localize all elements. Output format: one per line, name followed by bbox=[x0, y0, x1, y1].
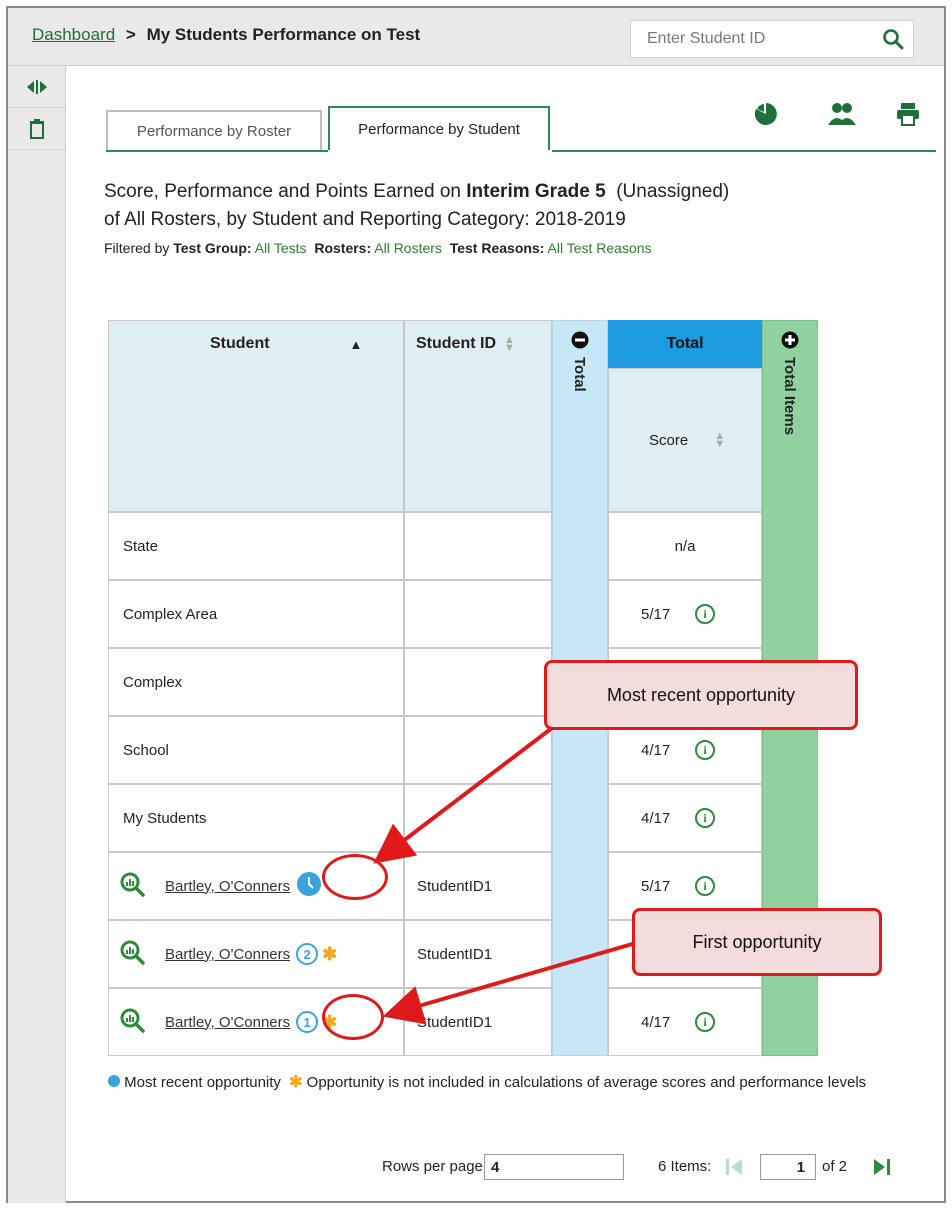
rows-per-page-label: Rows per page: bbox=[382, 1158, 488, 1175]
items-count-label: 6 Items: bbox=[658, 1158, 712, 1175]
callout-first-opportunity: First opportunity bbox=[632, 908, 882, 976]
callout-most-recent: Most recent opportunity bbox=[544, 660, 858, 730]
highlight-ring bbox=[322, 994, 384, 1040]
page-total-label: of 2 bbox=[822, 1158, 848, 1175]
app-frame: Dashboard > My Students Performance on T… bbox=[6, 6, 946, 1203]
rows-per-page-input[interactable]: 4 bbox=[484, 1154, 624, 1180]
annotation-arrows bbox=[373, 726, 647, 1025]
highlight-ring bbox=[322, 854, 388, 900]
first-page-icon[interactable] bbox=[724, 1156, 746, 1183]
last-page-icon[interactable] bbox=[870, 1156, 896, 1183]
legend: Most recent opportunity ✱ Opportunity is… bbox=[108, 1074, 928, 1092]
legend-not-included: Opportunity is not included in calculati… bbox=[306, 1074, 867, 1091]
legend-asterisk-icon: ✱ bbox=[289, 1074, 303, 1091]
page-number-input[interactable]: 1 bbox=[760, 1154, 816, 1180]
legend-most-recent: Most recent opportunity bbox=[124, 1074, 281, 1091]
most-recent-legend-icon bbox=[108, 1074, 120, 1091]
